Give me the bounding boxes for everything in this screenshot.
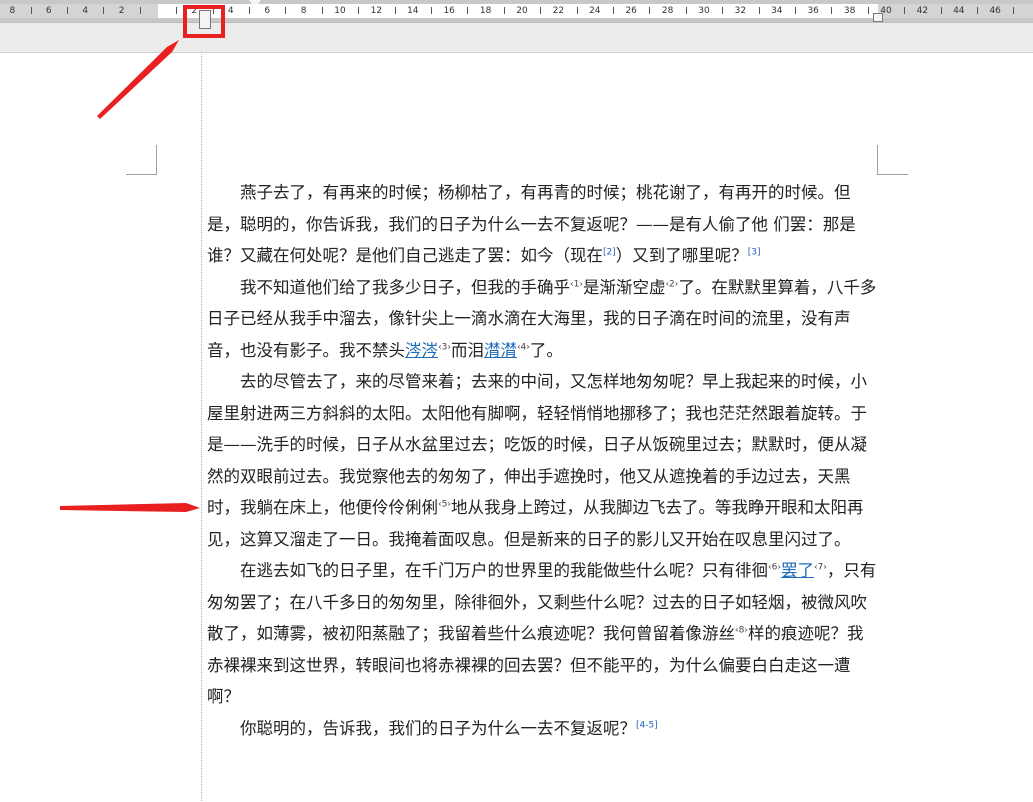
footnote-marker[interactable]: [4-5] — [636, 720, 658, 730]
footnote-marker: ‹5› — [438, 499, 451, 510]
footnote-marker: ‹4› — [516, 342, 530, 352]
ruler-tick — [722, 7, 724, 14]
ruler-number: 12 — [370, 6, 383, 16]
indent-marker-highlight-box — [183, 5, 225, 38]
paragraph[interactable]: 你聪明的，告诉我，我们的日子为什么一去不复返呢？[4-5] — [207, 713, 877, 745]
ruler-number: 32 — [734, 6, 747, 16]
text-run: 去的尽管去了，来的尽管来着；去来的中间，又怎样地匆匆呢？早上我起来的时候，小屋里… — [207, 372, 867, 517]
ruler-number: 18 — [479, 6, 492, 16]
paragraph[interactable]: 去的尽管去了，来的尽管来着；去来的中间，又怎样地匆匆呢？早上我起来的时候，小屋里… — [207, 366, 877, 555]
document-body[interactable]: 燕子去了，有再来的时候；杨柳枯了，有再青的时候；桃花谢了，有再开的时候。但是，聪… — [207, 177, 877, 744]
ruler-tick — [139, 7, 141, 14]
ruler-number: 6 — [45, 6, 52, 16]
ruler-number: 36 — [807, 6, 819, 16]
ruler-tick — [176, 7, 178, 14]
ruler-tick — [831, 7, 833, 14]
first-line-indent-marker[interactable] — [249, 0, 261, 7]
ruler-number: 6 — [264, 6, 271, 16]
ruler-number: 2 — [118, 6, 125, 16]
footnote-marker: ‹3› — [438, 342, 451, 352]
ruler-tick — [940, 7, 942, 14]
ruler-tick — [977, 7, 978, 14]
ruler-number: 16 — [443, 6, 455, 16]
ruler-tick — [904, 7, 906, 14]
ruler-number: 34 — [771, 6, 783, 16]
text-run: 在逃去如飞的日子里，在千门万户的世界里的我能做些什么呢？只有徘徊 — [240, 561, 768, 580]
ruler-tick — [540, 7, 542, 14]
crop-mark-top-left — [126, 174, 157, 175]
paragraph[interactable]: 我不知道他们给了我多少日子，但我的手确乎‹1›是渐渐空虚‹2›了。在默默里算着，… — [207, 272, 877, 367]
ruler-number: 26 — [625, 6, 637, 16]
ruler-tick — [285, 7, 287, 14]
ruler-number: 46 — [989, 6, 1001, 16]
text-run: ）又到了哪里呢？ — [615, 246, 748, 265]
ruler-tick — [394, 7, 396, 14]
footnote-marker: ‹8› — [735, 625, 748, 636]
text-run: 你聪明的，告诉我，我们的日子为什么一去不复返呢？ — [240, 718, 636, 738]
ruler-tick — [67, 7, 68, 14]
ruler-tick — [321, 7, 323, 14]
ruler-tick — [649, 7, 651, 14]
text-run: 了。 — [529, 340, 563, 360]
annotated-word-link[interactable]: 涔涔 — [405, 341, 438, 360]
footnote-marker: ‹1› — [570, 279, 583, 289]
ruler-tick — [431, 7, 432, 14]
left-margin-guide — [201, 52, 202, 801]
footnote-marker: ‹2› — [665, 279, 679, 289]
paragraph[interactable]: 在逃去如飞的日子里，在千门万户的世界里的我能做些什么呢？只有徘徊‹6›罢了‹7›… — [207, 555, 877, 713]
ruler-number: 42 — [916, 6, 929, 16]
ruler-tick — [358, 7, 360, 14]
ruler-number: 10 — [334, 6, 346, 16]
paragraph[interactable]: 燕子去了，有再来的时候；杨柳枯了，有再青的时候；桃花谢了，有再开的时候。但是，聪… — [207, 177, 877, 272]
ruler-tick — [467, 7, 469, 14]
ruler-number: 4 — [82, 6, 89, 16]
footnote-marker[interactable]: [3] — [748, 248, 761, 258]
ruler-tick — [795, 7, 796, 14]
ruler-tick — [30, 7, 32, 14]
ruler-tick — [503, 7, 505, 14]
ruler-tick — [867, 7, 869, 14]
ruler-number: 44 — [953, 6, 965, 16]
footnote-marker: ‹7› — [813, 562, 827, 573]
ruler-left-margin-area — [0, 4, 158, 18]
ruler-number: 22 — [552, 6, 565, 16]
ruler-number: 8 — [300, 6, 307, 16]
annotated-word-link[interactable]: 潸潸 — [484, 341, 517, 360]
ruler-tick — [249, 7, 250, 14]
ruler-tick — [685, 7, 687, 14]
ruler-number: 28 — [661, 6, 674, 16]
ruler-number: 24 — [589, 6, 601, 16]
ruler-tick — [758, 7, 760, 14]
text-run: 我不知道他们给了我多少日子，但我的手确乎 — [240, 277, 570, 297]
ruler-tick — [576, 7, 578, 14]
ruler-tick — [613, 7, 614, 14]
crop-mark-top-right — [877, 145, 878, 175]
footnote-marker: ‹6› — [768, 562, 781, 573]
text-run: 是渐渐空虚 — [582, 277, 666, 297]
ruler-number: 20 — [516, 6, 528, 16]
text-run: 而泪 — [450, 340, 484, 360]
ruler-number: 4 — [227, 6, 234, 16]
annotated-word-link[interactable]: 罢了 — [781, 561, 814, 580]
crop-mark-top-left — [156, 145, 157, 175]
right-indent-marker[interactable] — [873, 13, 883, 22]
ruler-number: 8 — [9, 6, 16, 16]
ruler-number: 30 — [698, 6, 710, 16]
ruler-number: 38 — [843, 6, 856, 16]
ruler-tick — [1013, 7, 1015, 14]
footnote-marker[interactable]: [2] — [603, 248, 616, 258]
ruler-tick — [103, 7, 105, 14]
crop-mark-top-right — [877, 174, 908, 175]
ruler-number: 14 — [407, 6, 419, 16]
horizontal-ruler[interactable]: 8 6 4 2 2 4 6 8 10 12 14 16 18 20 22 24 26 28 30 32 34 36 38 40… — [0, 0, 1033, 29]
